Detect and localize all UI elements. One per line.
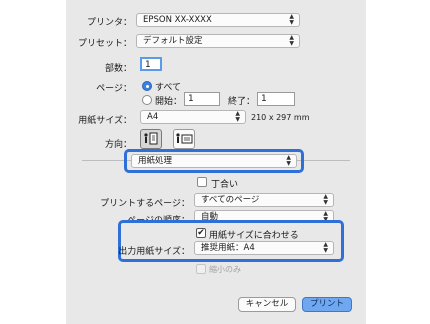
preset-label: プリセット： [77, 39, 132, 49]
orientation-label: 方向： [104, 140, 132, 150]
pages-all-radio[interactable] [142, 81, 152, 91]
section-popup-value: 用紙処理 [138, 156, 173, 166]
print-dialog: プリンタ： EPSON XX-XXXX ▲ ▼ プリセット： デフォルト設定 ▲ ▼… [0, 0, 430, 324]
pages-label: ページ： [96, 84, 132, 94]
popup-arrows-icon: ▲▼ [286, 154, 291, 167]
print-button[interactable]: プリント [302, 297, 352, 312]
pages-range-radio[interactable] [142, 95, 152, 105]
popup-arrows-icon: ▲▼ [289, 34, 294, 47]
copies-field[interactable]: 1 [140, 57, 162, 71]
preset-popup[interactable]: デフォルト設定 ▲ ▼ [136, 34, 300, 48]
copies-label: 部数： [104, 64, 132, 74]
pages-from-field[interactable]: 1 [184, 92, 220, 106]
paper-size-value: A4 [147, 112, 159, 122]
collate-checkbox[interactable] [197, 177, 207, 187]
scale-down-only-checkbox[interactable] [196, 264, 206, 274]
paper-size-popup[interactable]: A4 ▲ ▼ [140, 110, 246, 124]
popup-arrows-icon: ▲▼ [235, 110, 240, 123]
printer-value: EPSON XX-XXXX [143, 15, 212, 25]
output-paper-size-value: 推奨用紙：A4 [201, 243, 255, 253]
portrait-icon [144, 132, 158, 145]
pages-to-print-label: プリントするページ： [100, 199, 190, 209]
paper-dimensions: 210 x 297 mm [251, 113, 310, 122]
landscape-button[interactable] [173, 129, 195, 149]
popup-arrows-icon: ▲▼ [323, 193, 328, 206]
landscape-icon [176, 133, 193, 144]
output-paper-size-label: 出力用紙サイズ： [118, 247, 190, 257]
pages-from-label: 開始： [155, 97, 183, 107]
printer-label: プリンタ： [86, 18, 132, 28]
cancel-button[interactable]: キャンセル [238, 297, 296, 312]
portrait-button[interactable] [140, 129, 162, 149]
preset-value: デフォルト設定 [143, 36, 203, 46]
printer-popup[interactable]: EPSON XX-XXXX ▲ ▼ [136, 13, 300, 27]
pages-to-print-popup[interactable]: すべてのページ ▲ ▼ [194, 193, 334, 207]
popup-arrows-icon: ▲▼ [289, 13, 294, 26]
pages-to-print-value: すべてのページ [201, 195, 260, 205]
pages-to-field[interactable]: 1 [257, 92, 295, 106]
section-popup[interactable]: 用紙処理 ▲ ▼ [131, 154, 297, 168]
paper-size-label: 用紙サイズ： [78, 116, 132, 126]
scale-down-only-label: 縮小のみ [209, 265, 241, 274]
popup-arrows-icon: ▲▼ [323, 241, 328, 254]
scale-to-fit-label: 用紙サイズに合わせる [209, 231, 299, 241]
scale-to-fit-checkbox[interactable]: ✔ [196, 228, 206, 238]
pages-to-label: 終了： [228, 97, 256, 107]
collate-label: 丁合い [211, 180, 239, 190]
pages-all-label: すべて [155, 83, 182, 93]
output-paper-size-popup[interactable]: 推奨用紙：A4 ▲ ▼ [194, 241, 334, 255]
